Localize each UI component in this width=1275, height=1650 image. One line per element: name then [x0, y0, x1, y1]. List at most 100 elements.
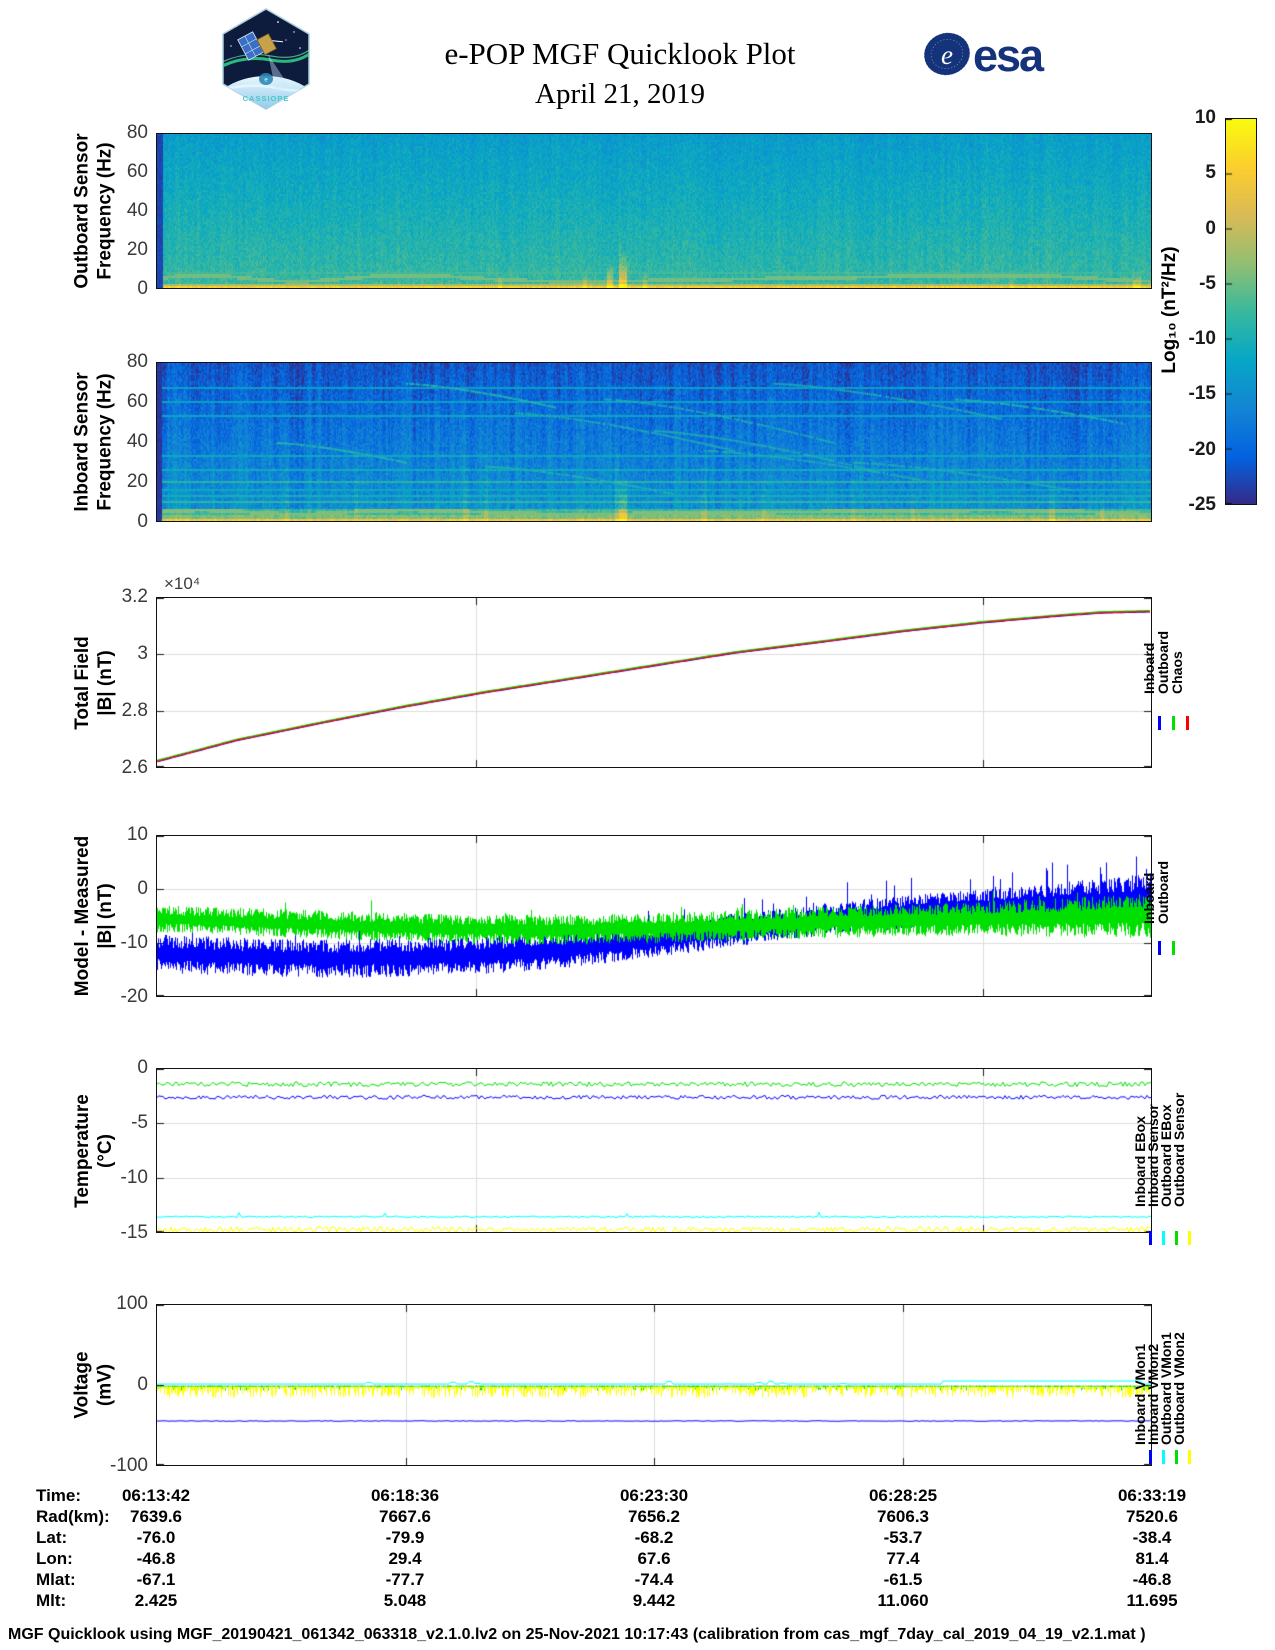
- legend-label-chaos: Chaos: [1170, 651, 1185, 694]
- y-tick-label: 60: [0, 161, 148, 183]
- colorbar-tick-label: 10: [1116, 107, 1216, 129]
- y-tick-label: -10: [0, 1167, 148, 1189]
- colorbar-tick-label: 5: [1116, 162, 1216, 184]
- y-tick-label: -5: [0, 1112, 148, 1134]
- esa-logo: e esa: [915, 25, 1065, 85]
- y-tick-label: 2.6: [0, 757, 148, 779]
- table-cell: 06:33:19: [1067, 1486, 1237, 1506]
- esa-globe-letter: e: [941, 40, 953, 70]
- legend-marker: [1158, 716, 1161, 730]
- y-tick-label: -100: [0, 1455, 148, 1477]
- colorbar-tick-label: -20: [1116, 439, 1216, 461]
- y-tick-label: 0: [0, 1057, 148, 1079]
- y-tick-label: 3.2: [0, 586, 148, 608]
- model-measured-canvas: [157, 836, 1151, 996]
- legend-marker: [1188, 1450, 1191, 1464]
- model-measured-panel: [156, 835, 1152, 997]
- legend-label-outboard-sensor: Outboard Sensor: [1172, 1093, 1187, 1207]
- table-cell: -68.2: [569, 1528, 739, 1548]
- legend-marker: [1175, 1231, 1178, 1245]
- table-cell: 7656.2: [569, 1507, 739, 1527]
- legend-marker: [1158, 941, 1161, 955]
- outboard-spectrogram-canvas: [157, 134, 1151, 288]
- table-cell: -67.1: [71, 1570, 241, 1590]
- voltage-panel: [156, 1304, 1152, 1466]
- table-cell: 06:23:30: [569, 1486, 739, 1506]
- table-row-label: Lon:: [36, 1549, 73, 1569]
- legend-marker: [1172, 716, 1175, 730]
- y-tick-label: 0: [0, 278, 148, 300]
- legend-label-outboard-vmon2: Outboard VMon2: [1172, 1332, 1187, 1445]
- temperature-canvas: [157, 1069, 1151, 1232]
- table-cell: -61.5: [818, 1570, 988, 1590]
- table-cell: 11.695: [1067, 1591, 1237, 1611]
- table-cell: -79.9: [320, 1528, 490, 1548]
- inboard-spectrogram-canvas: [157, 363, 1151, 521]
- ylabel-line: (°C): [94, 1094, 117, 1208]
- ylabel-line: Model - Measured: [71, 836, 94, 996]
- inboard-spectrogram-panel: [156, 362, 1152, 522]
- legend-marker: [1188, 1231, 1191, 1245]
- table-cell: 7520.6: [1067, 1507, 1237, 1527]
- outboard-spectrogram-panel: [156, 133, 1152, 289]
- table-cell: -46.8: [1067, 1570, 1237, 1590]
- quicklook-figure: e CASSIOPE e-POP MGF Quicklook Plot Apri…: [0, 0, 1275, 1650]
- y-tick-label: -10: [0, 932, 148, 954]
- table-cell: 5.048: [320, 1591, 490, 1611]
- table-cell: -74.4: [569, 1570, 739, 1590]
- y-tick-label: 100: [0, 1293, 148, 1315]
- y-tick-label: 3: [0, 643, 148, 665]
- table-cell: 9.442: [569, 1591, 739, 1611]
- table-cell: 06:13:42: [71, 1486, 241, 1506]
- total-field-canvas: [157, 598, 1151, 767]
- colorbar-canvas: [1226, 119, 1256, 504]
- y-axis-label-temperature: Temperature(°C): [38, 1068, 150, 1233]
- y-tick-label: 0: [0, 1374, 148, 1396]
- esa-logo-text: esa: [973, 30, 1045, 81]
- table-cell: 67.6: [569, 1549, 739, 1569]
- y-tick-label: -20: [0, 986, 148, 1008]
- y-tick-label: 60: [0, 391, 148, 413]
- y-tick-label: 20: [0, 239, 148, 261]
- table-row-label: Lat:: [36, 1528, 67, 1548]
- table-cell: -38.4: [1067, 1528, 1237, 1548]
- y-tick-label: 40: [0, 200, 148, 222]
- ylabel-line: Temperature: [71, 1094, 94, 1208]
- y-tick-label: 2.8: [0, 700, 148, 722]
- table-cell: 7639.6: [71, 1507, 241, 1527]
- table-cell: -46.8: [71, 1549, 241, 1569]
- voltage-canvas: [157, 1305, 1151, 1465]
- colorbar-tick-label: -15: [1116, 383, 1216, 405]
- temperature-panel: [156, 1068, 1152, 1233]
- y-tick-label: 20: [0, 471, 148, 493]
- table-cell: 81.4: [1067, 1549, 1237, 1569]
- table-cell: 2.425: [71, 1591, 241, 1611]
- table-cell: -77.7: [320, 1570, 490, 1590]
- colorbar: [1225, 118, 1257, 505]
- table-cell: 7606.3: [818, 1507, 988, 1527]
- y-tick-label: 80: [0, 122, 148, 144]
- axis-offset-label: ×10⁴: [164, 574, 200, 594]
- table-row-label: Mlt:: [36, 1591, 66, 1611]
- y-axis-label-model-measured: Model - Measured|B| (nT): [38, 835, 150, 997]
- legend-marker: [1149, 1231, 1152, 1245]
- y-tick-label: 10: [0, 824, 148, 846]
- table-cell: 29.4: [320, 1549, 490, 1569]
- footer-text: MGF Quicklook using MGF_20190421_061342_…: [8, 1626, 1146, 1644]
- colorbar-tick-label: -10: [1116, 328, 1216, 350]
- legend-marker: [1162, 1231, 1165, 1245]
- table-cell: 06:28:25: [818, 1486, 988, 1506]
- total-field-panel: [156, 597, 1152, 768]
- table-cell: 06:18:36: [320, 1486, 490, 1506]
- colorbar-tick-label: 0: [1116, 218, 1216, 240]
- table-cell: -53.7: [818, 1528, 988, 1548]
- legend-marker: [1175, 1450, 1178, 1464]
- legend-label-outboard: Outboard: [1156, 861, 1171, 924]
- legend-marker: [1149, 1450, 1152, 1464]
- table-cell: 11.060: [818, 1591, 988, 1611]
- y-tick-label: 80: [0, 351, 148, 373]
- table-cell: 7667.6: [320, 1507, 490, 1527]
- y-tick-label: 0: [0, 511, 148, 533]
- legend-marker: [1186, 716, 1189, 730]
- y-tick-label: -15: [0, 1222, 148, 1244]
